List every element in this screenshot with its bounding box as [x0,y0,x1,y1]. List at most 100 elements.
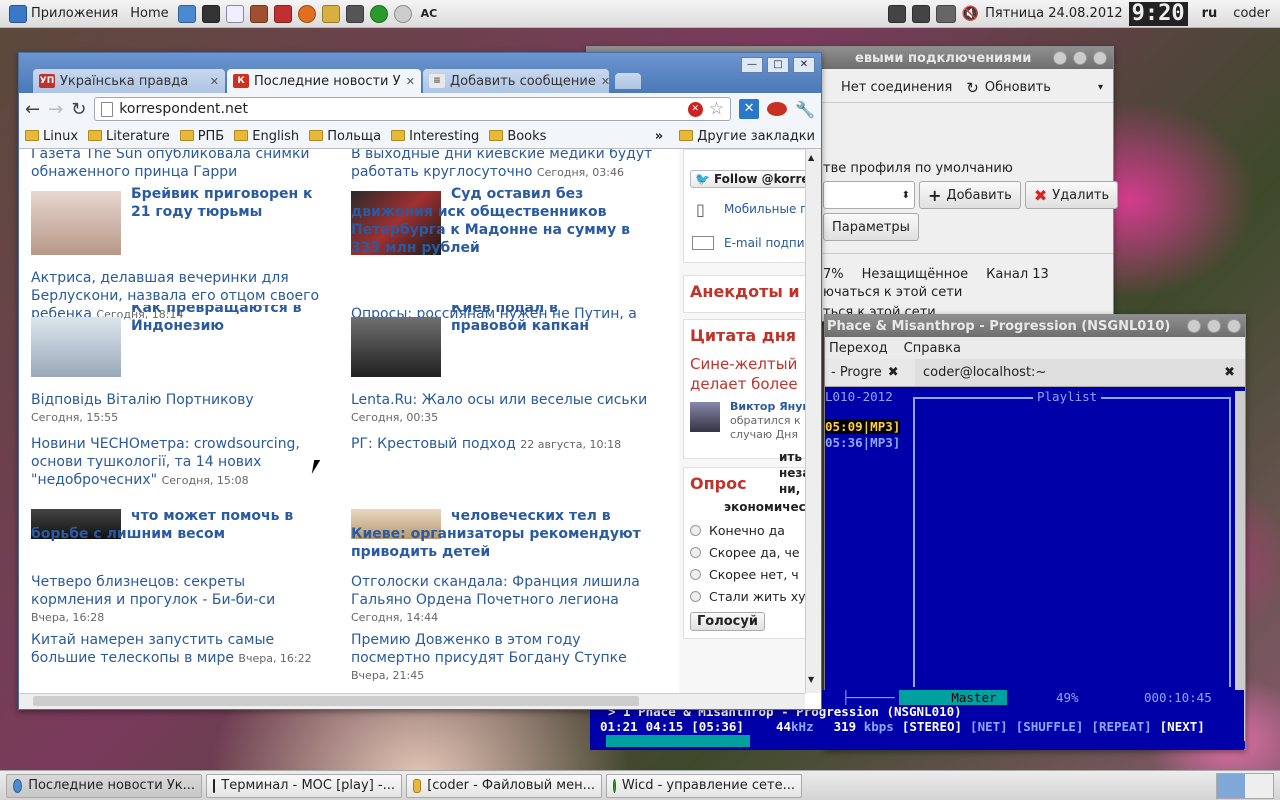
tab-pravda[interactable]: УП Українська правда ✕ [33,69,225,93]
mobile-link[interactable]: Мобильные п [724,202,805,216]
wicd-no-connection[interactable]: Нет соединения [841,80,952,95]
article-link[interactable]: Lenta.Ru: Жало осы или веселые сиськи [351,391,671,409]
workspace-switcher[interactable] [1216,772,1274,799]
ussr-extension-icon[interactable] [767,102,788,116]
adblock-icon[interactable]: ✕ [687,101,703,117]
bookmark-books[interactable]: Books [489,129,546,144]
article-link[interactable]: Отголоски скандала: Франция лишила Галья… [351,573,651,609]
moc-progress-bar[interactable] [606,735,750,747]
terminal-close-button[interactable] [1227,319,1241,333]
hscroll-thumb[interactable] [33,696,639,706]
bookmark-interesting[interactable]: Interesting [391,129,479,144]
wicd-add-button[interactable]: + Добавить [919,181,1021,209]
toolbar-dropdown-icon[interactable]: ▾ [1098,82,1103,93]
poll-option-1[interactable]: Конечно да [690,520,805,542]
scroll-up-icon[interactable]: ▲ [808,153,814,162]
network-icon-2[interactable] [911,4,930,23]
task-terminal[interactable]: Терминал - MOC [play] -... [206,773,402,798]
forward-icon[interactable]: → [48,99,63,120]
terminal-maximize-button[interactable] [1207,319,1221,333]
bookmark-english[interactable]: English [234,129,299,144]
library-icon[interactable] [249,4,268,23]
radio-icon[interactable] [690,591,701,602]
headline-link[interactable]: человеческих тел в Киеве: организаторы р… [351,507,661,561]
scroll-down-icon[interactable]: ▼ [808,675,814,684]
chrome-minimize-button[interactable]: — [741,57,763,73]
workspace-2[interactable] [1245,773,1273,798]
tab-close-icon-2[interactable]: ✖ [1224,365,1235,380]
task-wicd[interactable]: Wicd - управление сете... [606,773,802,798]
wrench-icon[interactable]: 🔧 [795,100,815,119]
jokes-title[interactable]: Анекдоты и [690,282,800,301]
task-chrome[interactable]: Последние новости Ук... [6,773,202,798]
terminal-scrollbar[interactable] [1235,391,1245,741]
page-vertical-scrollbar[interactable]: ▲ ▼ [805,149,821,693]
text-editor-icon[interactable] [225,4,244,23]
profile-select[interactable]: ⬍ [823,181,915,209]
task-file-manager[interactable]: [coder - Файловый мен... [406,773,602,798]
headline-link[interactable]: Брейвик приговорен к 21 году тюрьмы [131,185,331,221]
wicd-refresh-button[interactable]: Обновить [985,80,1051,95]
apps-menu[interactable]: Приложения [6,2,121,26]
panel-clock[interactable]: 9:20 [1128,1,1188,26]
wicd-icon[interactable] [369,4,388,23]
terminal-titlebar[interactable]: Phace & Misanthrop - Progression (NSGNL0… [825,315,1245,337]
tab-korrespondent[interactable]: К Последние новости У ✕ [227,69,421,93]
disc-icon[interactable] [393,4,412,23]
moc-volume[interactable]: 49% [1056,690,1079,705]
user-menu[interactable]: coder [1233,6,1270,21]
wicd-minimize-button[interactable] [1053,51,1067,65]
radio-icon[interactable] [690,569,701,580]
breivik-photo[interactable] [31,191,121,255]
new-tab-button[interactable] [615,73,641,89]
terminal-minimize-button[interactable] [1187,319,1201,333]
article-link[interactable]: Відповідь Віталію Портникову [31,391,331,409]
volume-muted-icon[interactable]: 🔇 [962,6,979,22]
headline-link[interactable]: что может помочь в борьбе с лишним весом [31,507,331,543]
workspace-1[interactable] [1217,773,1245,798]
video-icon[interactable] [345,4,364,23]
quote-text[interactable]: Сине-желтый делает более [690,354,805,394]
wicd-close-button[interactable] [1093,51,1107,65]
headline-item[interactable]: Как превращаются в Индонезию [131,305,331,335]
omnibox[interactable]: korrespondent.net ✕ ☆ [94,97,732,121]
bookmark-star-icon[interactable]: ☆ [709,99,724,119]
keyboard-layout[interactable]: ru [1202,6,1218,21]
menu-help[interactable]: Справка [904,341,961,356]
moc-track1[interactable]: 05:09|MP3] [825,419,901,434]
close-icon[interactable]: ✕ [601,75,609,88]
radio-icon[interactable] [690,547,701,558]
media-icon[interactable] [273,4,292,23]
terminal-tab-shell[interactable]: coder@localhost:~ ✖ [915,365,1245,380]
bookmarks-overflow-button[interactable]: » [655,129,663,144]
terminal-icon[interactable] [201,4,220,23]
ac-icon[interactable]: AC [418,2,441,26]
back-icon[interactable]: ← [25,99,40,120]
close-icon[interactable]: ✕ [406,75,415,88]
paint-icon[interactable] [321,4,340,23]
poll-option-3[interactable]: Скорее нет, ч [690,564,805,586]
wicd-network-row[interactable]: 7% Незащищённое Канал 13 [823,267,1049,282]
headline-link[interactable]: Суд оставил без движения иск общественни… [351,185,651,257]
bookmark-literature[interactable]: Literature [88,129,170,144]
chrome-close-button[interactable]: ✕ [793,57,815,73]
wicd-remove-button[interactable]: ✖ Удалить [1024,181,1119,209]
moc-track2[interactable]: 05:36|MP3] [825,435,900,450]
browser-icon[interactable] [177,4,196,23]
firefox-icon[interactable] [297,4,316,23]
email-link[interactable]: E-mail подпи [724,236,805,250]
article-link[interactable]: Четверо близнецов: секреты кормления и п… [31,573,291,609]
bookmark-poland[interactable]: Польща [309,129,381,144]
terminal-tab-moc[interactable]: - Progre ✖ [825,359,915,386]
radio-icon[interactable] [690,525,701,536]
reload-icon[interactable]: ↻ [71,99,86,120]
home-menu[interactable]: Home [127,2,171,26]
bookmark-rpb[interactable]: РПБ [179,129,224,144]
network-icon-1[interactable] [887,4,906,23]
tab-close-icon[interactable]: ✖ [888,365,899,380]
article-link[interactable]: РГ: Крестовый подход [351,436,516,452]
wicd-autoconnect-label[interactable]: ючаться к этой сети [823,285,962,300]
police-photo[interactable] [351,317,441,377]
bookmark-linux[interactable]: Linux [25,129,78,144]
wicd-maximize-button[interactable] [1073,51,1087,65]
